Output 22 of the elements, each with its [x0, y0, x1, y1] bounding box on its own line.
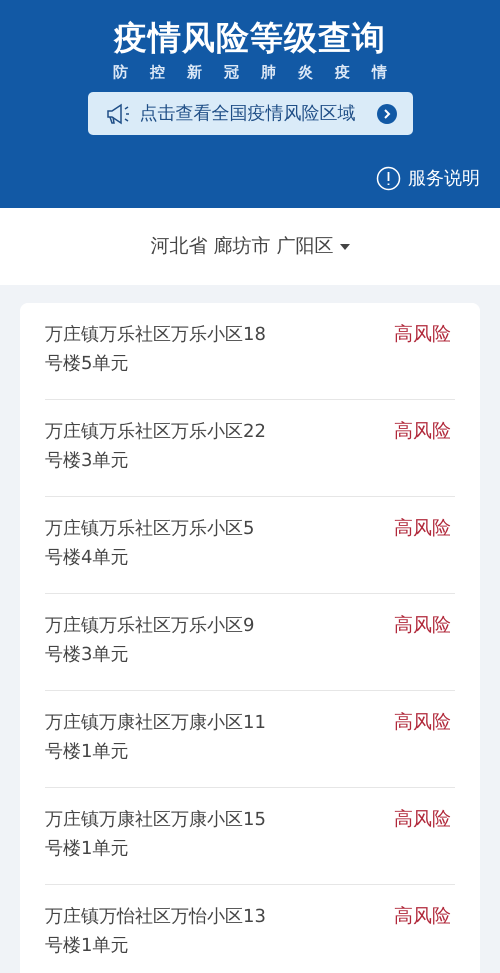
- risk-level: 高风险: [394, 419, 451, 444]
- caret-down-icon: [340, 244, 350, 250]
- area-address: 万庄镇万乐社区万乐小区9 号楼3单元: [45, 614, 256, 667]
- area-address: 万庄镇万怡社区万怡小区13 号楼1单元: [45, 905, 267, 958]
- risk-level: 高风险: [394, 904, 451, 929]
- risk-area-banner[interactable]: 点击查看全国疫情风险区域: [88, 92, 412, 135]
- area-address: 万庄镇万康社区万康小区11 号楼1单元: [45, 711, 267, 764]
- risk-level: 高风险: [394, 322, 451, 347]
- area-address: 万庄镇万乐社区万乐小区22 号楼3单元: [45, 420, 267, 473]
- info-icon: [376, 166, 401, 191]
- page-subtitle: 防控新冠肺炎疫情: [113, 62, 409, 82]
- risk-level: 高风险: [394, 516, 451, 541]
- risk-level: 高风险: [394, 710, 451, 735]
- service-info-link[interactable]: 服务说明: [376, 165, 480, 192]
- page-title: 疫情风险等级查询: [114, 18, 386, 58]
- risk-level: 高风险: [394, 613, 451, 638]
- area-address: 万庄镇万乐社区万乐小区5 号楼4单元: [45, 517, 256, 570]
- area-address: 万庄镇万乐社区万乐小区18 号楼5单元: [45, 323, 267, 376]
- risk-level: 高风险: [394, 807, 451, 832]
- area-address: 万庄镇万康社区万康小区15 号楼1单元: [45, 808, 267, 861]
- chevron-right-icon: [376, 104, 396, 124]
- region-selector[interactable]: 河北省 廊坊市 广阳区: [150, 232, 350, 261]
